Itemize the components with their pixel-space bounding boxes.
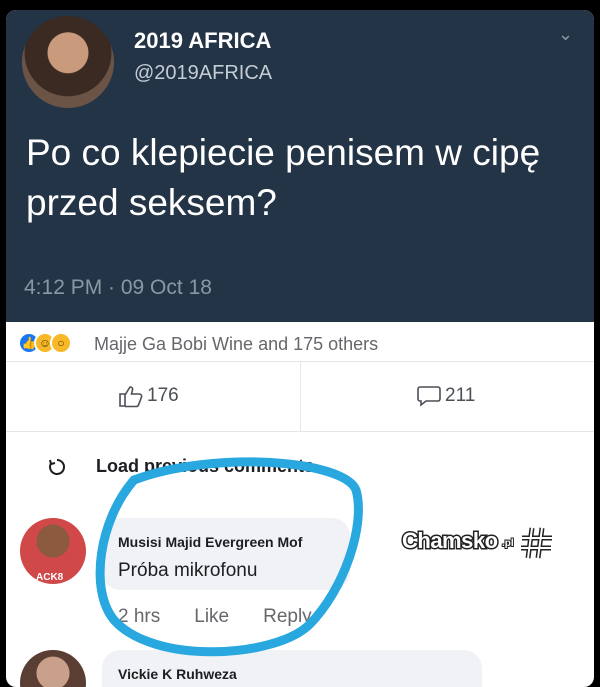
action-bar: 176 211 <box>6 362 594 432</box>
tweet-author-handle[interactable]: @2019AFRICA <box>134 62 272 85</box>
thumbs-up-icon <box>119 386 143 408</box>
reactions-row[interactable]: 👍 ☺ ○ Majje Ga Bobi Wine and 175 others <box>6 326 594 362</box>
hand-drawn-circle-annotation <box>95 457 363 657</box>
chevron-down-icon[interactable]: ⌄ <box>558 24 573 45</box>
like-count: 176 <box>147 385 179 406</box>
reaction-icons: 👍 ☺ ○ <box>18 332 72 354</box>
tweet-author-name[interactable]: 2019 AFRICA <box>134 28 271 54</box>
avatar-shirt-text: ACK8 <box>36 572 64 583</box>
watermark-tld: .pl <box>501 537 515 550</box>
wow-reaction-icon: ○ <box>50 332 72 354</box>
tweet-avatar[interactable] <box>22 16 114 108</box>
second-commenter-avatar[interactable] <box>20 650 86 687</box>
tweet-timestamp: 4:12 PM · 09 Oct 18 <box>24 276 212 299</box>
comment-icon <box>417 386 441 407</box>
reactions-summary[interactable]: Majje Ga Bobi Wine and 175 others <box>94 334 378 355</box>
tweet-card[interactable]: 2019 AFRICA @2019AFRICA ⌄ Po co klepieci… <box>6 10 594 322</box>
action-divider <box>300 362 301 432</box>
like-button[interactable]: 176 <box>118 384 179 408</box>
comment-button[interactable]: 211 <box>416 384 475 408</box>
watermark-brand: Chamsko <box>401 527 500 555</box>
refresh-icon <box>49 458 66 475</box>
hashtag-logo-icon <box>521 527 552 559</box>
comment-count: 211 <box>445 385 476 406</box>
screenshot-frame: 2019 AFRICA @2019AFRICA ⌄ Po co klepieci… <box>6 10 594 687</box>
tweet-text: Po co klepiecie penisem w cipę przed sek… <box>26 132 541 223</box>
site-watermark: Chamsko .pl <box>401 526 558 562</box>
